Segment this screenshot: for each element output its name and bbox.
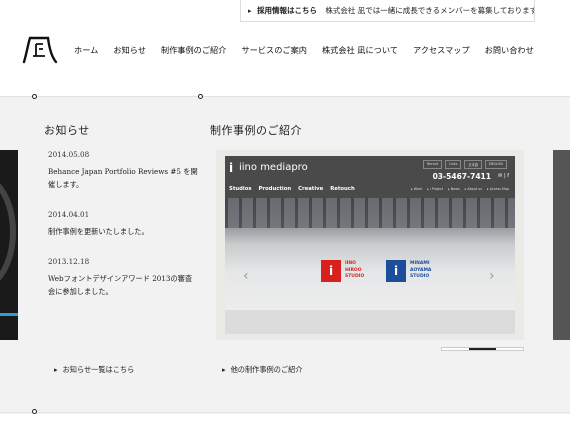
- works-more-link[interactable]: ▸ 他の制作事例のご紹介: [222, 365, 303, 375]
- studio-sign-hiroo: i IINO HIROO STUDIO: [321, 260, 385, 282]
- slide-tab: Recruit: [422, 160, 443, 169]
- studio-photo: i IINO HIROO STUDIO i MINAMI AOYAMA STUD…: [225, 198, 515, 334]
- studio-name: MINAMI AOYAMA STUDIO: [410, 261, 432, 279]
- slide-tab: Links: [445, 160, 462, 169]
- caret-right-icon: ▸: [222, 365, 226, 374]
- news-title: お知らせ: [44, 124, 90, 137]
- nav-contact[interactable]: お問い合わせ: [485, 44, 534, 56]
- recruit-bar: ▸ 採用情報はこちら 株式会社 凪では一緒に成長できるメンバーを募集しております…: [240, 0, 535, 22]
- ceiling-truss: [225, 198, 515, 228]
- recruit-link[interactable]: 採用情報はこちら: [257, 6, 317, 15]
- news-date: 2014.04.01: [48, 210, 90, 219]
- nav-services[interactable]: サービスのご案内: [241, 44, 307, 56]
- pager-segment[interactable]: [469, 348, 496, 350]
- divider-dot: [32, 94, 37, 99]
- studio-floor: [225, 310, 515, 334]
- caret-right-icon: ▸: [54, 365, 58, 374]
- global-nav: ホーム お知らせ 制作事例のご紹介 サービスのご案内 株式会社 凪について アク…: [74, 44, 549, 56]
- nav-access[interactable]: アクセスマップ: [413, 44, 470, 56]
- news-more-label[interactable]: お知らせ一覧はこちら: [63, 365, 135, 374]
- recruit-text: 株式会社 凪では一緒に成長できるメンバーを募集しております。: [325, 6, 535, 15]
- slide-submenu-item: ▸ Access Map: [487, 187, 509, 191]
- studio-mark-icon: i: [321, 260, 341, 282]
- divider-dot: [198, 94, 203, 99]
- news-date: 2014.05.08: [48, 150, 90, 159]
- slide-submenu-item: ▸ News: [448, 187, 460, 191]
- studio-name: IINO HIROO STUDIO: [345, 261, 365, 279]
- nav-about[interactable]: 株式会社 凪について: [322, 44, 398, 56]
- slide-submenu-item: ▸ Work: [411, 187, 423, 191]
- chevron-left-icon[interactable]: ‹: [243, 268, 249, 284]
- nav-home[interactable]: ホーム: [74, 44, 98, 56]
- works-more-label[interactable]: 他の制作事例のご紹介: [231, 365, 303, 374]
- nav-news[interactable]: お知らせ: [113, 44, 146, 56]
- news-text[interactable]: Webフォントデザインアワード 2013の審査会に参加しました。: [48, 272, 198, 298]
- news-text[interactable]: Behance Japan Portfolio Reviews #5 を開催しま…: [48, 165, 198, 191]
- slide-tabs: Recruit Links 日本語 ENGLISH: [420, 160, 507, 169]
- nagi-logo-icon: [22, 36, 58, 64]
- site-logo[interactable]: [22, 34, 58, 66]
- prev-slide-thumbnail[interactable]: [0, 150, 18, 340]
- studio-mark-icon: i: [386, 260, 406, 282]
- slide-menu-item: Studios: [229, 186, 252, 192]
- slide-submenu-item: ▸ i Project: [427, 187, 444, 191]
- slide-menu: Studios Production Creative Retouch: [229, 186, 362, 192]
- studio-sign-aoyama: i MINAMI AOYAMA STUDIO: [386, 260, 450, 282]
- slide-logo-mark: i: [229, 161, 234, 175]
- slide-menu-item: Creative: [298, 186, 324, 192]
- works-slider[interactable]: i iino mediapro Recruit Links 日本語 ENGLIS…: [216, 150, 524, 340]
- slide-sns: ✉ | f: [498, 173, 509, 179]
- works-title: 制作事例のご紹介: [210, 124, 302, 137]
- news-date: 2013.12.18: [48, 257, 90, 266]
- slider-pager: [441, 347, 524, 351]
- news-item[interactable]: 2014.04.01 制作事例を更新いたしました。: [48, 208, 198, 238]
- divider-bottom: [0, 412, 570, 413]
- pager-segment[interactable]: [496, 348, 523, 350]
- thumbnail-stripe: [0, 313, 18, 316]
- news-item[interactable]: 2013.12.18 Webフォントデザインアワード 2013の審査会に参加しま…: [48, 255, 198, 298]
- caret-right-icon: ▸: [248, 7, 252, 15]
- slide-logo: iino mediapro: [239, 162, 308, 173]
- slide-submenu: ▸ Work ▸ i Project ▸ News ▸ About us ▸ A…: [406, 187, 509, 191]
- slide-tel: 03-5467-7411: [432, 172, 491, 181]
- news-text[interactable]: 制作事例を更新いたしました。: [48, 225, 198, 238]
- chevron-right-icon[interactable]: ›: [489, 268, 495, 284]
- thumbnail-graphic: [0, 172, 16, 292]
- slide-submenu-item: ▸ About us: [464, 187, 482, 191]
- slide-menu-item: Production: [258, 186, 292, 192]
- slide-site-header: i iino mediapro Recruit Links 日本語 ENGLIS…: [225, 156, 515, 198]
- next-slide-thumbnail[interactable]: [553, 150, 570, 340]
- divider-dot: [32, 409, 37, 414]
- news-item[interactable]: 2014.05.08 Behance Japan Portfolio Revie…: [48, 148, 198, 191]
- slide-menu-item: Retouch: [330, 186, 355, 192]
- divider-top: [0, 96, 570, 97]
- nav-works[interactable]: 制作事例のご紹介: [161, 44, 227, 56]
- slide-tab: ENGLISH: [484, 160, 507, 169]
- slide-tab: 日本語: [464, 160, 482, 169]
- slide-screenshot[interactable]: i iino mediapro Recruit Links 日本語 ENGLIS…: [225, 156, 515, 334]
- pager-segment[interactable]: [442, 348, 469, 350]
- news-more-link[interactable]: ▸ お知らせ一覧はこちら: [54, 365, 134, 375]
